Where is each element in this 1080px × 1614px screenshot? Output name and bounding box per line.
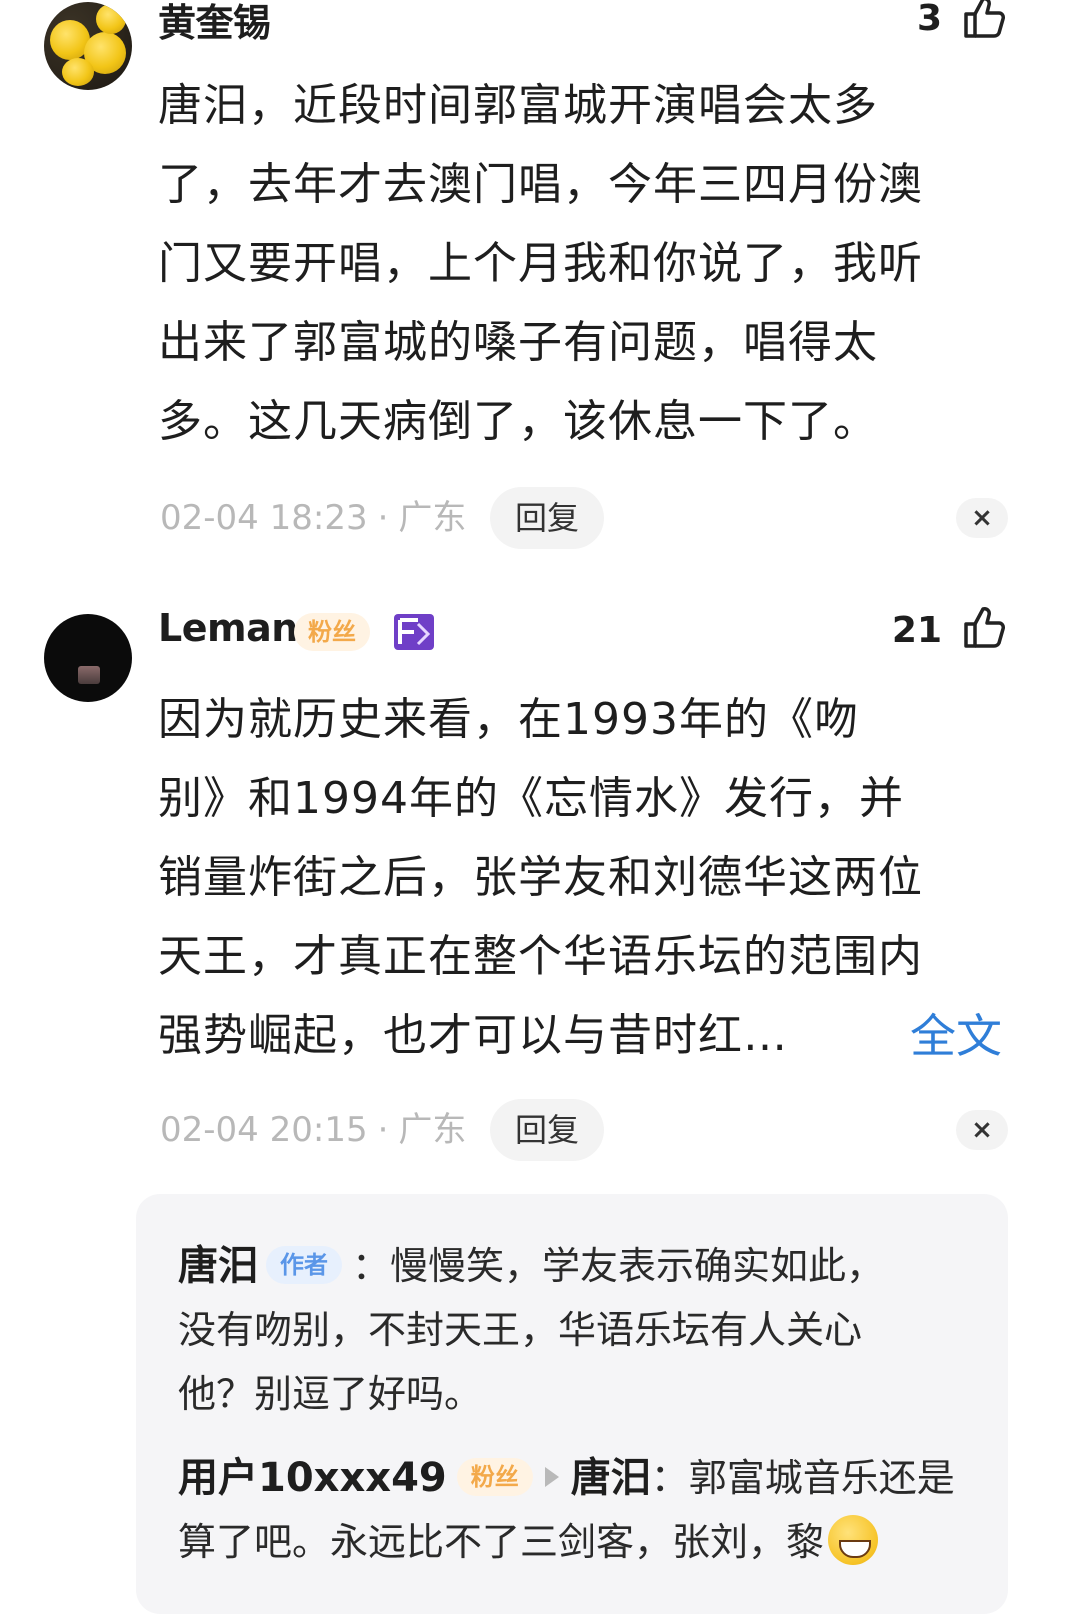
reply-button[interactable]: 回复 (490, 1099, 604, 1161)
reply-separator: ： (650, 1456, 689, 1500)
reply-arrow-icon (544, 1467, 559, 1487)
level-badge-icon (394, 614, 434, 650)
reply-text-line: 没有吻别，不封天王，华语乐坛有人关心 (178, 1308, 863, 1352)
reply-text-line: 郭富城音乐还是 (688, 1456, 955, 1500)
fan-badge: 粉丝 (456, 1458, 533, 1496)
reply-text-line: 算了吧。永远比不了三剑客，张刘，黎 (178, 1520, 825, 1564)
reply-2-cont: 算了吧。永远比不了三剑客，张刘，黎 (178, 1510, 879, 1574)
avatar[interactable] (44, 614, 132, 702)
author-badge: 作者 (266, 1246, 342, 1284)
comment-2: Leman 粉丝 21 因为就历史来看，在1993年的《吻 别》和1994年的《… (0, 0, 1080, 1180)
reply-text-line: 慢慢笑，学友表示确实如此， (390, 1244, 885, 1288)
close-button[interactable]: × (956, 1110, 1008, 1150)
reply-2[interactable]: 用户10xxx49 粉丝 唐汨：郭富城音乐还是 (178, 1446, 955, 1510)
reply-author[interactable]: 用户10xxx49 (178, 1455, 447, 1501)
reply-to-author[interactable]: 唐汨 (571, 1455, 651, 1501)
reply-text-line: 他？别逗了好吗。 (178, 1372, 483, 1416)
reply-author[interactable]: 唐汨 (178, 1243, 258, 1289)
full-text-link[interactable]: 全文 (910, 1000, 1002, 1066)
like-count: 21 (891, 610, 942, 651)
fan-badge: 粉丝 (294, 613, 370, 651)
reply-1[interactable]: 唐汨 作者 ：慢慢笑，学友表示确实如此， (178, 1234, 884, 1298)
reply-separator: ： (352, 1244, 391, 1288)
thumbs-up-icon[interactable] (962, 604, 1008, 650)
comment-meta: 02-04 20:15 · 广东 (160, 1110, 467, 1150)
reply-thread[interactable]: 唐汨 作者 ：慢慢笑，学友表示确实如此， 没有吻别，不封天王，华语乐坛有人关心 他？… (136, 1194, 1008, 1614)
username[interactable]: Leman (158, 606, 298, 650)
timestamp: 02-04 20:15 (160, 1110, 368, 1150)
location: 广东 (398, 1110, 467, 1150)
comment-text: 因为就历史来看，在1993年的《吻 别》和1994年的《忘情水》发行，并 销量炸… (158, 694, 923, 1061)
grinning-face-icon (828, 1515, 879, 1565)
